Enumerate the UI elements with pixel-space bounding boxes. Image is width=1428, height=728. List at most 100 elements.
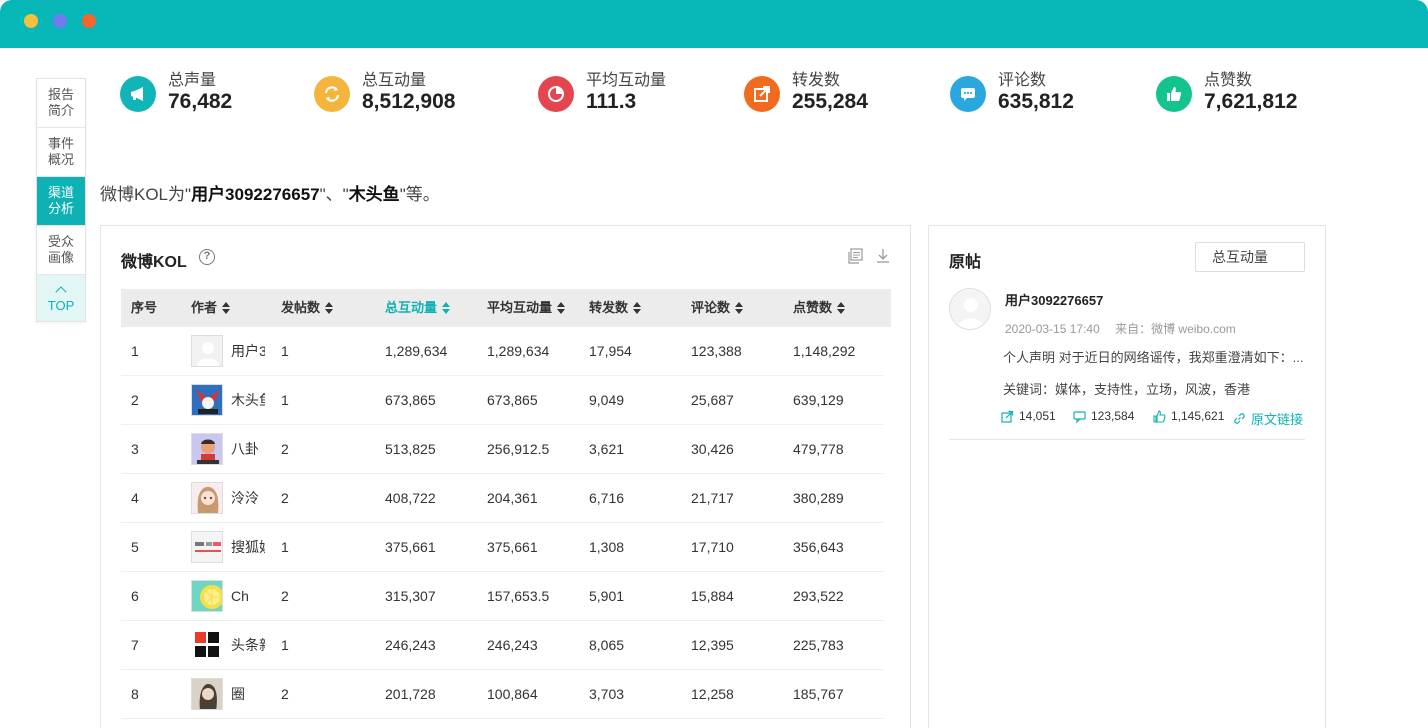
column-label: 转发数 — [589, 300, 629, 315]
cell-posts: 2 — [281, 441, 289, 457]
cell-posts: 1 — [281, 343, 289, 359]
column-label: 总互动量 — [385, 300, 438, 315]
table-row[interactable]: 2 木头鱼 1 673,865 673,865 9,049 25,687 639… — [121, 376, 883, 425]
cell-forward: 8,065 — [589, 637, 625, 653]
sort-icon[interactable] — [837, 301, 846, 314]
side-nav-label: 渠道分析 — [47, 185, 74, 216]
avatar[interactable] — [191, 384, 223, 416]
table-row[interactable]: 7 头条新闻 1 246,243 246,243 8,065 12,395 22… — [121, 621, 883, 670]
column-label: 平均互动量 — [487, 300, 553, 315]
copy-icon[interactable] — [847, 248, 863, 269]
column-header-index: 序号 — [131, 289, 157, 327]
cell-posts: 1 — [281, 539, 289, 555]
window-title-bar — [0, 0, 1428, 48]
chevron-up-icon — [55, 285, 67, 298]
column-header-comment[interactable]: 评论数 — [691, 289, 744, 327]
side-nav-audience-profile[interactable]: 受众画像 — [37, 226, 85, 275]
cell-index: 5 — [131, 539, 139, 555]
column-header-like[interactable]: 点赞数 — [793, 289, 846, 327]
column-label: 作者 — [191, 300, 218, 315]
link-icon — [1234, 413, 1245, 424]
cell-author[interactable]: 泠泠 — [231, 474, 265, 522]
table-row[interactable]: 5 搜狐娱乐 1 375,661 375,661 1,308 17,710 35… — [121, 523, 883, 572]
cell-author[interactable]: 头条新闻 — [231, 621, 265, 669]
sort-icon[interactable] — [557, 301, 566, 314]
cell-like: 639,129 — [793, 392, 844, 408]
stat-label: 转发数 — [792, 72, 841, 89]
kol-panel: 微博KOL ? 序号 作者 发帖数 总互动量 平均互动量 转发数 评论数 点赞数… — [100, 225, 911, 728]
table-row[interactable]: 4 泠泠 2 408,722 204,361 6,716 21,717 380,… — [121, 474, 883, 523]
column-header-posts[interactable]: 发帖数 — [281, 289, 334, 327]
side-nav-channel-analysis[interactable]: 渠道分析 — [37, 177, 85, 226]
table-row[interactable]: 8 圈 2 201,728 100,864 3,703 12,258 185,7… — [121, 670, 883, 719]
avatar[interactable] — [191, 678, 223, 710]
panel-title: 原帖 — [949, 254, 982, 271]
help-icon[interactable]: ? — [199, 249, 215, 265]
cell-author[interactable]: 木头鱼 — [231, 376, 265, 424]
post-text: 个人声明 对于近日的网络谣传，我郑重澄清如下：... — [1003, 350, 1304, 365]
comment-icon — [950, 76, 986, 112]
avatar[interactable] — [191, 531, 223, 563]
avatar[interactable] — [191, 482, 223, 514]
side-nav-label: 受众画像 — [47, 234, 74, 265]
column-header-total-interaction[interactable]: 总互动量 — [385, 289, 451, 327]
thumbs-up-icon — [1153, 409, 1166, 423]
avatar[interactable] — [191, 335, 223, 367]
cell-index: 2 — [131, 392, 139, 408]
cell-avg: 673,865 — [487, 392, 538, 408]
sort-icon[interactable] — [325, 301, 334, 314]
cell-author[interactable]: 八卦 — [231, 425, 265, 473]
sort-icon[interactable] — [735, 301, 744, 314]
maximize-window-dot[interactable] — [82, 14, 96, 28]
divider — [949, 439, 1305, 440]
post-meta: 2020-03-15 17:40 来自：微博 weibo.com — [1005, 320, 1236, 337]
cell-comment: 123,388 — [691, 343, 742, 359]
cell-comment: 21,717 — [691, 490, 734, 506]
table-row[interactable]: 3 八卦 2 513,825 256,912.5 3,621 30,426 47… — [121, 425, 883, 474]
post-time: 2020-03-15 17:40 — [1005, 322, 1100, 336]
minimize-window-dot[interactable] — [53, 14, 67, 28]
sort-icon[interactable] — [633, 301, 642, 314]
table-row[interactable]: 1 用户3092276657 1 1,289,634 1,289,634 17,… — [121, 327, 883, 376]
summary-text: 微博KOL为" — [100, 185, 192, 204]
pie-icon — [538, 76, 574, 112]
stat-label: 总互动量 — [362, 72, 427, 89]
stat-label: 总声量 — [168, 72, 217, 89]
stat-label: 平均互动量 — [586, 72, 667, 89]
cell-total: 513,825 — [385, 441, 436, 457]
cell-author[interactable]: Ch — [231, 572, 265, 620]
avatar[interactable] — [949, 288, 991, 330]
original-link[interactable]: 原文链接 — [1233, 409, 1303, 428]
cell-posts: 2 — [281, 686, 289, 702]
close-window-dot[interactable] — [24, 14, 38, 28]
sort-select[interactable]: 总互动量 — [1195, 242, 1305, 272]
panel-title: 微博KOL — [121, 254, 187, 271]
sort-icon[interactable] — [442, 301, 451, 314]
cell-author[interactable]: 搜狐娱乐 — [231, 523, 265, 571]
back-to-top-button[interactable]: TOP — [37, 275, 85, 321]
cell-index: 8 — [131, 686, 139, 702]
download-icon[interactable] — [875, 248, 891, 269]
sort-icon[interactable] — [222, 301, 231, 314]
cell-like: 356,643 — [793, 539, 844, 555]
avatar[interactable] — [191, 433, 223, 465]
avatar[interactable] — [191, 629, 223, 661]
cell-author[interactable]: 用户3092276657 — [231, 327, 265, 375]
megaphone-icon — [120, 76, 156, 112]
cell-forward: 1,308 — [589, 539, 625, 555]
cell-index: 7 — [131, 637, 139, 653]
table-row[interactable]: 6 Ch 2 315,307 157,653.5 5,901 15,884 29… — [121, 572, 883, 621]
post-author[interactable]: 用户3092276657 — [1005, 290, 1103, 309]
column-header-forward[interactable]: 转发数 — [589, 289, 642, 327]
cell-total: 1,289,634 — [385, 343, 448, 359]
cell-avg: 375,661 — [487, 539, 538, 555]
cell-author[interactable]: 圈 — [231, 670, 265, 718]
column-header-author[interactable]: 作者 — [191, 289, 231, 327]
share-icon — [1001, 410, 1014, 423]
summary-text: "、" — [319, 185, 349, 204]
column-header-avg-interaction[interactable]: 平均互动量 — [487, 289, 566, 327]
cell-comment: 12,258 — [691, 686, 734, 702]
side-nav-event-overview[interactable]: 事件概况 — [37, 128, 85, 177]
stat-value: 7,621,812 — [1204, 90, 1298, 113]
avatar[interactable] — [191, 580, 223, 612]
